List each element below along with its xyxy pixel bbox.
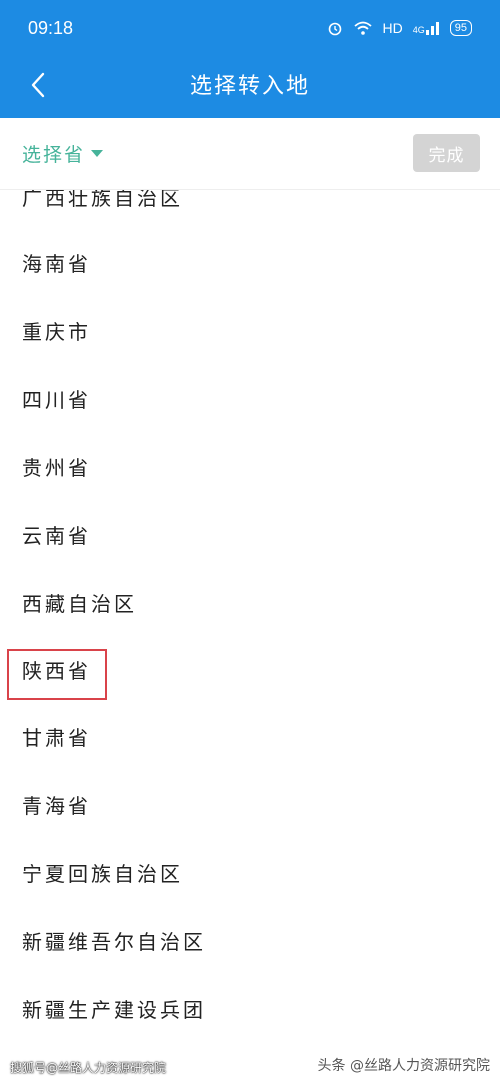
list-item[interactable]: 青海省 <box>22 792 91 820</box>
caret-down-icon <box>91 150 104 157</box>
list-item[interactable]: 甘肃省 <box>22 724 91 752</box>
status-icons: HD 4G 95 <box>327 18 472 38</box>
list-item[interactable]: 重庆市 <box>22 318 91 346</box>
province-select[interactable]: 选择省 <box>22 140 104 167</box>
list-item[interactable]: 新疆生产建设兵团 <box>22 996 206 1024</box>
done-button[interactable]: 完成 <box>413 134 480 172</box>
signal-icon <box>425 22 439 35</box>
page-title: 选择转入地 <box>189 74 310 99</box>
list-item[interactable]: 贵州省 <box>22 454 91 482</box>
province-list[interactable]: 广西壮族自治区 海南省 重庆市 四川省 贵州省 云南省 西藏自治区 陕西省 甘肃… <box>0 190 500 1083</box>
list-item[interactable]: 四川省 <box>22 386 91 414</box>
wifi-icon <box>353 21 372 35</box>
filter-bar: 选择省 完成 <box>0 118 500 190</box>
network-label: HD <box>382 20 403 36</box>
status-time: 09:18 <box>28 18 74 38</box>
battery-icon: 95 <box>449 20 472 36</box>
alarm-icon <box>328 22 341 36</box>
list-item[interactable]: 宁夏回族自治区 <box>22 860 183 888</box>
province-select-label: 选择省 <box>22 144 86 166</box>
list-item[interactable]: 海南省 <box>22 250 91 278</box>
list-item[interactable]: 新疆维吾尔自治区 <box>22 928 206 956</box>
signal-label: 4G <box>413 21 440 35</box>
watermark-right: 头条 @丝路人力资源研究院 <box>317 1058 490 1074</box>
watermark-left: 搜狐号@丝路人力资源研究院 <box>10 1061 167 1075</box>
highlight-box <box>7 649 107 700</box>
list-item[interactable]: 西藏自治区 <box>22 590 137 618</box>
app-bar: 选择转入地 <box>0 52 500 118</box>
status-bar: 09:18 HD 4G 95 <box>0 0 500 52</box>
list-item[interactable]: 云南省 <box>22 522 91 550</box>
list-item[interactable]: 广西壮族自治区 <box>22 190 183 212</box>
